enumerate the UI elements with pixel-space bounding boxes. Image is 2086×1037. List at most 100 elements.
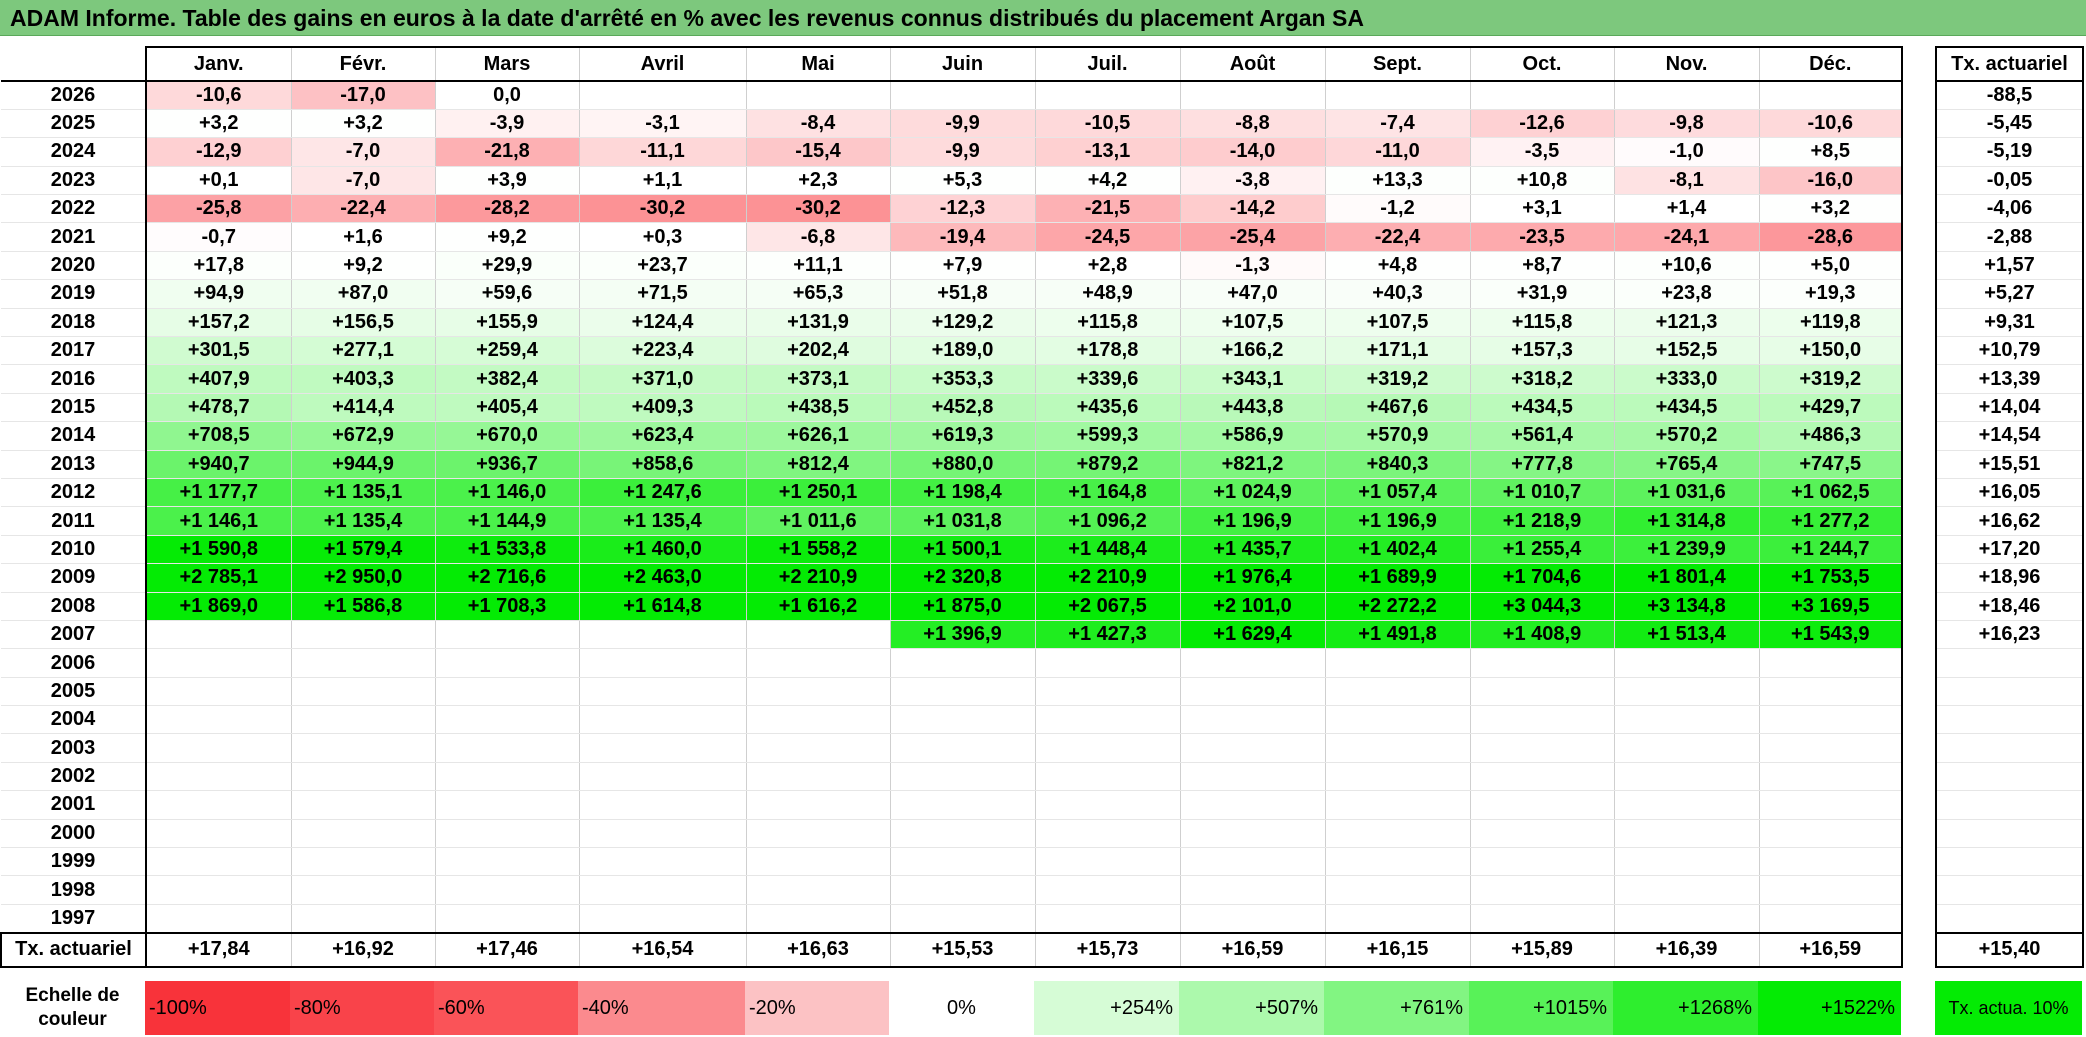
value-cell: +486,3 <box>1758 421 1903 451</box>
table-row: 2011 +1 146,1 +1 135,4 +1 144,9 +1 135,4 +1 0… <box>1 506 2084 536</box>
value-cell <box>745 81 890 110</box>
value-cell: +87,0 <box>290 279 435 309</box>
value-cell: +29,9 <box>434 251 579 281</box>
value-cell: +47,0 <box>1179 279 1325 309</box>
footer-value-cell: +15,89 <box>1469 931 1614 968</box>
value-cell: +1 579,4 <box>290 535 435 565</box>
value-cell <box>889 733 1035 763</box>
value-cell: +2,3 <box>745 166 890 196</box>
value-cell: +1 057,4 <box>1324 478 1470 508</box>
value-cell: +1 533,8 <box>434 535 579 565</box>
value-cell <box>1034 790 1180 820</box>
value-cell: +156,5 <box>290 308 435 338</box>
value-cell: +152,5 <box>1613 336 1759 366</box>
value-cell: +11,1 <box>745 251 890 281</box>
value-cell: +65,3 <box>745 279 890 309</box>
value-cell <box>434 648 579 678</box>
table-row: 2003 <box>1 733 2084 763</box>
value-cell: +333,0 <box>1613 364 1759 394</box>
year-label: 2008 <box>1 592 146 621</box>
month-header: Juin <box>889 46 1035 82</box>
value-cell: +131,9 <box>745 308 890 338</box>
value-cell <box>578 904 746 934</box>
column-gap <box>1902 705 1936 734</box>
value-cell <box>1324 875 1470 905</box>
column-gap <box>1902 535 1936 564</box>
value-cell: +1 586,8 <box>290 592 435 621</box>
year-label: 2023 <box>1 166 146 196</box>
month-header: Févr. <box>290 46 435 82</box>
table-row: 2026 -10,6 -17,0 0,0 -88,5 <box>1 81 2084 110</box>
actuarial-header: Tx. actuariel <box>1935 46 2084 82</box>
value-cell <box>1613 677 1759 707</box>
table-row: 2022 -25,8 -22,4 -28,2 -30,2 -30,2 -12,3 -21,5-… <box>1 194 2084 224</box>
value-cell: -17,0 <box>290 81 435 110</box>
value-cell: -0,7 <box>145 222 291 252</box>
value-cell: +1 396,9 <box>889 620 1035 650</box>
value-cell <box>1758 875 1903 905</box>
value-cell: +1 616,2 <box>745 592 890 621</box>
column-gap <box>1902 364 1936 394</box>
value-cell <box>434 762 579 792</box>
value-cell: +777,8 <box>1469 450 1614 479</box>
value-cell: +301,5 <box>145 336 291 366</box>
value-cell: +1 024,9 <box>1179 478 1325 508</box>
value-cell: +407,9 <box>145 364 291 394</box>
color-scale: Echelle de couleur -100% -80% -60% -40% -20% 0… <box>0 981 2082 1035</box>
year-label: 1997 <box>1 904 146 934</box>
value-cell: +23,7 <box>578 251 746 281</box>
value-cell <box>1469 904 1614 934</box>
column-gap <box>1902 563 1936 593</box>
value-cell <box>145 904 291 934</box>
value-cell: +1 031,8 <box>889 506 1035 536</box>
value-cell <box>578 819 746 849</box>
value-cell: +2 716,6 <box>434 563 579 593</box>
value-cell <box>290 790 435 820</box>
value-cell <box>745 648 890 678</box>
value-cell: -11,1 <box>578 137 746 167</box>
value-cell: -16,0 <box>1758 166 1903 196</box>
value-cell: +1 704,6 <box>1469 563 1614 593</box>
value-cell <box>1179 904 1325 934</box>
value-cell <box>745 620 890 650</box>
value-cell: +2 320,8 <box>889 563 1035 593</box>
value-cell <box>1613 904 1759 934</box>
actuarial-cell: -2,88 <box>1935 222 2084 252</box>
value-cell: -3,9 <box>434 109 579 139</box>
value-cell: +1 427,3 <box>1034 620 1180 650</box>
value-cell: +1 590,8 <box>145 535 291 565</box>
column-gap <box>1902 137 1936 167</box>
value-cell <box>1469 648 1614 678</box>
color-scale-actuarial: Tx. actua. 10% <box>1935 981 2082 1035</box>
value-cell: -8,1 <box>1613 166 1759 196</box>
value-cell: -9,9 <box>889 137 1035 167</box>
column-gap <box>1902 81 1936 110</box>
column-gap <box>1902 47 1936 81</box>
color-scale-step: -60% <box>434 981 578 1035</box>
column-gap <box>1902 393 1936 422</box>
value-cell <box>1324 847 1470 877</box>
value-cell: +40,3 <box>1324 279 1470 309</box>
footer-label: Tx. actuariel <box>0 931 146 968</box>
value-cell: +8,5 <box>1758 137 1903 167</box>
column-gap <box>1902 450 1936 479</box>
year-label: 2026 <box>1 81 146 110</box>
value-cell <box>434 904 579 934</box>
value-cell: -12,9 <box>145 137 291 167</box>
month-header: Sept. <box>1324 46 1470 82</box>
value-cell: +13,3 <box>1324 166 1470 196</box>
value-cell: -10,6 <box>1758 109 1903 139</box>
value-cell <box>434 677 579 707</box>
value-cell <box>745 677 890 707</box>
value-cell <box>1179 705 1325 735</box>
color-scale-step: -40% <box>578 981 745 1035</box>
value-cell: +429,7 <box>1758 393 1903 423</box>
value-cell: +1 239,9 <box>1613 535 1759 565</box>
value-cell <box>745 790 890 820</box>
year-label: 2003 <box>1 733 146 763</box>
value-cell: -25,8 <box>145 194 291 224</box>
color-scale-step: +1522% <box>1758 981 1901 1035</box>
footer-value-cell: +16,59 <box>1179 931 1325 968</box>
color-scale-step: +1268% <box>1613 981 1758 1035</box>
value-cell <box>1034 847 1180 877</box>
